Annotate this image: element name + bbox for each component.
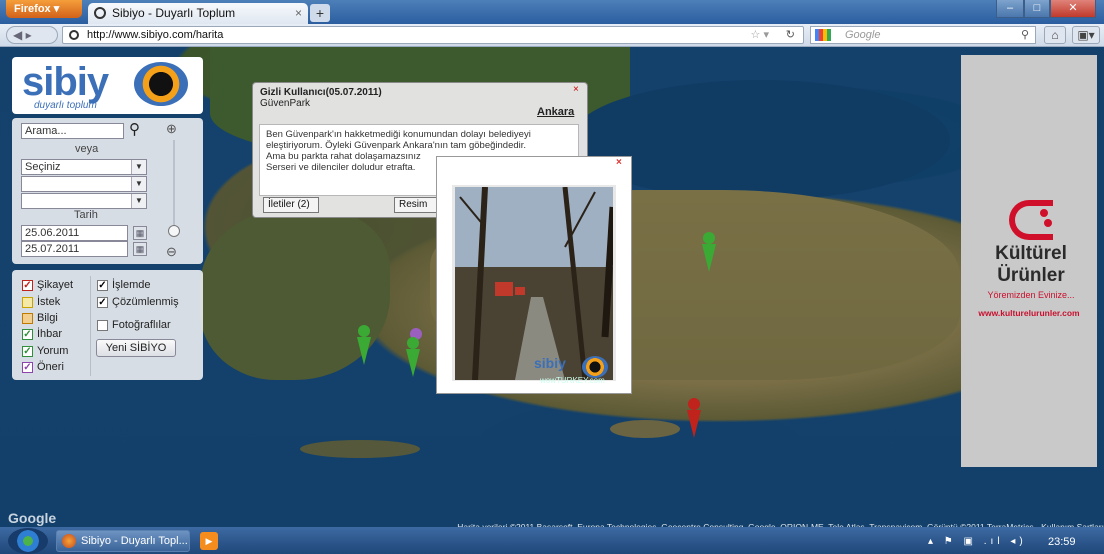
firefox-icon	[62, 534, 76, 548]
ad-logo-dots	[1040, 209, 1048, 217]
system-tray-icons[interactable]: ▴ ⚑ ▣ .ıl ◂)	[928, 536, 1027, 547]
reload-icon[interactable]: ↻	[786, 27, 795, 43]
zoom-slider-handle[interactable]	[168, 225, 180, 237]
new-report-button[interactable]: Yeni SİBİYO	[96, 339, 176, 357]
photo-source: wowTURKEY.com	[540, 376, 605, 385]
date-to-field[interactable]: 25.07.2011	[21, 241, 128, 257]
close-icon[interactable]: ×	[573, 84, 579, 95]
search-icon[interactable]: ⚲	[1021, 27, 1029, 43]
minimize-button[interactable]: –	[996, 0, 1024, 18]
checkbox-label: İhbar	[37, 328, 63, 340]
media-player-icon[interactable]: ▶	[200, 532, 218, 550]
map-pin-green[interactable]	[702, 232, 716, 272]
map-pin-red[interactable]	[687, 398, 701, 438]
checkbox-bilgi[interactable]	[22, 313, 33, 324]
search-icon[interactable]: ⚲	[129, 120, 140, 138]
logo-eye-icon	[134, 62, 188, 106]
map-pin-green[interactable]	[357, 325, 371, 365]
logo-tagline: duyarlı toplum	[34, 100, 97, 111]
city-select[interactable]: ▼	[21, 176, 147, 192]
checkbox-oneri[interactable]: ✓	[22, 362, 33, 373]
search-field[interactable]: Google ⚲	[810, 26, 1036, 44]
close-tab-icon[interactable]: ×	[295, 3, 302, 24]
map-land-crete	[300, 440, 420, 458]
tab-sibiyo[interactable]: Sibiyo - Duyarlı Toplum ×	[88, 3, 308, 24]
zoom-slider-track[interactable]	[173, 140, 175, 230]
taskbar-item-firefox[interactable]: Sibiyo - Duyarlı Topl...	[56, 530, 190, 552]
checkbox-yorum[interactable]: ✓	[22, 346, 33, 357]
checkbox-sikayet[interactable]: ✓	[22, 280, 33, 291]
post-author: Gizli Kullanıcı(05.07.2011)	[260, 87, 382, 98]
checkbox-islemde[interactable]: ✓	[97, 280, 108, 291]
post-line: eleştiriyorum. Öyleki Güvenpark Ankara'n…	[266, 140, 527, 151]
home-button[interactable]: ⌂	[1044, 26, 1066, 44]
taskbar-item-label: Sibiyo - Duyarlı Topl...	[81, 535, 188, 547]
checkbox-label: Yorum	[37, 345, 69, 357]
clock[interactable]: 23:59	[1048, 536, 1076, 548]
site-identity-icon	[69, 30, 79, 40]
maximize-button[interactable]: □	[1024, 0, 1050, 18]
category-select[interactable]: Seçiniz ▼	[21, 159, 147, 175]
zoom-in-icon[interactable]: ⊕	[166, 121, 177, 137]
map-pin-green[interactable]	[406, 337, 420, 377]
new-tab-button[interactable]: +	[310, 4, 330, 22]
checkbox-label: Öneri	[37, 361, 64, 373]
chevron-down-icon: ▼	[131, 160, 146, 174]
comments-button[interactable]: İletiler (2)	[263, 197, 319, 213]
url-text: http://www.sibiyo.com/harita	[87, 29, 224, 41]
checkbox-label: Şikayet	[37, 279, 74, 291]
district-select[interactable]: ▼	[21, 193, 147, 209]
addons-icon[interactable]: ▣▾	[1072, 26, 1100, 44]
watermark-eye-icon	[582, 356, 608, 378]
back-forward-buttons[interactable]: ◀ ▸	[6, 26, 58, 44]
search-input[interactable]: Arama...	[21, 123, 124, 139]
post-line: Ben Güvenpark'ın hakketmediği konumundan…	[266, 129, 531, 140]
checkbox-fotografli[interactable]	[97, 320, 108, 331]
or-label: veya	[75, 143, 99, 155]
site-favicon-icon	[94, 7, 106, 19]
tab-title: Sibiyo - Duyarlı Toplum	[112, 6, 236, 20]
ad-slogan: Yöremizden Evinize...	[987, 290, 1075, 300]
close-window-button[interactable]: ✕	[1050, 0, 1096, 18]
calendar-icon[interactable]: ▦	[133, 242, 147, 256]
checkbox-label: Çözümlenmiş	[112, 296, 179, 308]
google-search-engine-icon[interactable]	[815, 29, 831, 41]
bookmark-star-icon[interactable]: ☆ ▾	[751, 27, 769, 43]
logo-wordmark: sibiy	[22, 60, 109, 104]
search-placeholder: Google	[845, 29, 881, 41]
start-button[interactable]	[8, 528, 48, 554]
checkbox-ihbar[interactable]: ✓	[22, 329, 33, 340]
checkbox-label: İşlemde	[112, 279, 151, 291]
ad-title-line2: Ürünler	[997, 265, 1065, 286]
calendar-icon[interactable]: ▦	[133, 226, 147, 240]
checkbox-istek[interactable]	[22, 297, 33, 308]
checkbox-label: Fotoğraflılar	[112, 319, 171, 331]
chevron-down-icon: ▼	[131, 177, 146, 191]
map-land-cyprus	[610, 420, 680, 438]
ad-title-line1: Kültürel	[995, 243, 1067, 264]
chevron-down-icon: ▼	[131, 194, 146, 208]
url-bar[interactable]: http://www.sibiyo.com/harita ☆ ▾ ↻	[62, 26, 804, 44]
google-logo: Google	[8, 510, 57, 526]
checkbox-label: Bilgi	[37, 312, 58, 324]
post-city-link[interactable]: Ankara	[537, 106, 574, 118]
ad-url-link[interactable]: www.kulturelurunler.com	[963, 308, 1095, 318]
close-icon[interactable]: ×	[616, 157, 622, 168]
park-photo[interactable]	[455, 187, 613, 380]
divider	[90, 276, 91, 376]
date-label: Tarih	[74, 209, 98, 221]
checkbox-label: İstek	[37, 296, 61, 308]
zoom-out-icon[interactable]: ⊖	[166, 244, 177, 260]
photo-watermark: sibiy	[534, 355, 566, 371]
post-place: GüvenPark	[260, 98, 311, 109]
firefox-menu-button[interactable]: Firefox ▾	[6, 0, 82, 18]
date-from-field[interactable]: 25.06.2011	[21, 225, 128, 241]
checkbox-cozumlenmis[interactable]: ✓	[97, 297, 108, 308]
ad-logo-icon	[1009, 200, 1053, 240]
